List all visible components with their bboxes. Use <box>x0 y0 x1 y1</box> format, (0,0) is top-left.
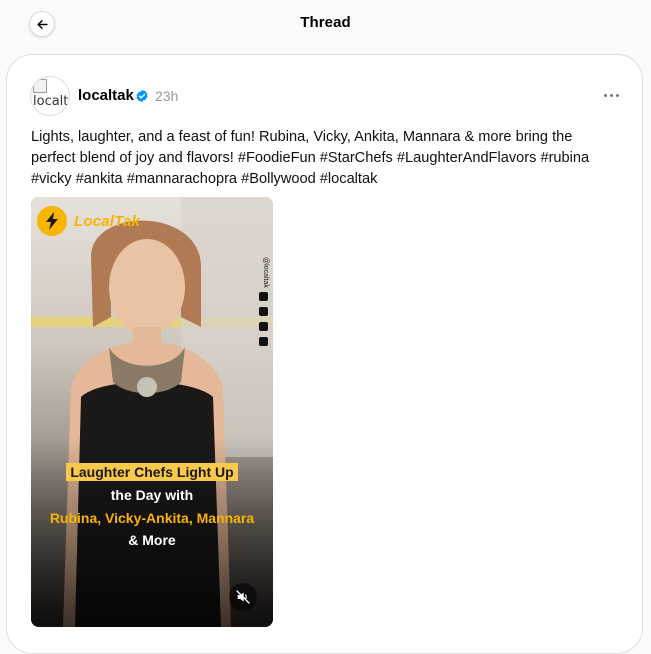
post-video[interactable]: LocalTak @localtak Laughter Chefs Light … <box>31 197 273 627</box>
mute-toggle-button[interactable] <box>229 583 257 611</box>
video-caption-line-1: Laughter Chefs Light Up <box>31 461 273 483</box>
muted-speaker-icon <box>236 590 250 604</box>
video-frame-image <box>31 197 273 627</box>
page-title: Thread <box>300 14 351 31</box>
video-caption-line-4: & More <box>128 532 176 548</box>
logo-text: LocalTak <box>74 212 141 230</box>
post-timestamp[interactable]: 23h <box>155 88 178 104</box>
instagram-icon <box>259 337 268 346</box>
video-caption-line-3: Rubina, Vicky-Ankita, Mannara <box>49 510 255 526</box>
verified-badge-icon <box>136 89 148 103</box>
x-icon <box>259 322 268 331</box>
lightning-bolt-icon <box>37 206 67 236</box>
more-horizontal-icon <box>603 93 607 97</box>
post-text: Lights, laughter, and a feast of fun! Ru… <box>31 129 590 187</box>
thread-post-card: localt localtak 23h Lights, laughter, an… <box>6 54 643 654</box>
facebook-icon <box>259 307 268 316</box>
avatar[interactable]: localt <box>30 76 70 116</box>
social-icons-strip <box>259 292 268 352</box>
youtube-icon <box>259 292 268 301</box>
localtak-logo: LocalTak <box>37 206 140 236</box>
more-options-button[interactable] <box>601 85 621 105</box>
avatar-alt-text: localt <box>33 94 69 109</box>
top-bar: Thread <box>0 0 651 48</box>
username-link[interactable]: localtak <box>78 87 134 104</box>
video-caption-line-2: the Day with <box>110 487 194 503</box>
broken-image-icon <box>33 79 47 93</box>
